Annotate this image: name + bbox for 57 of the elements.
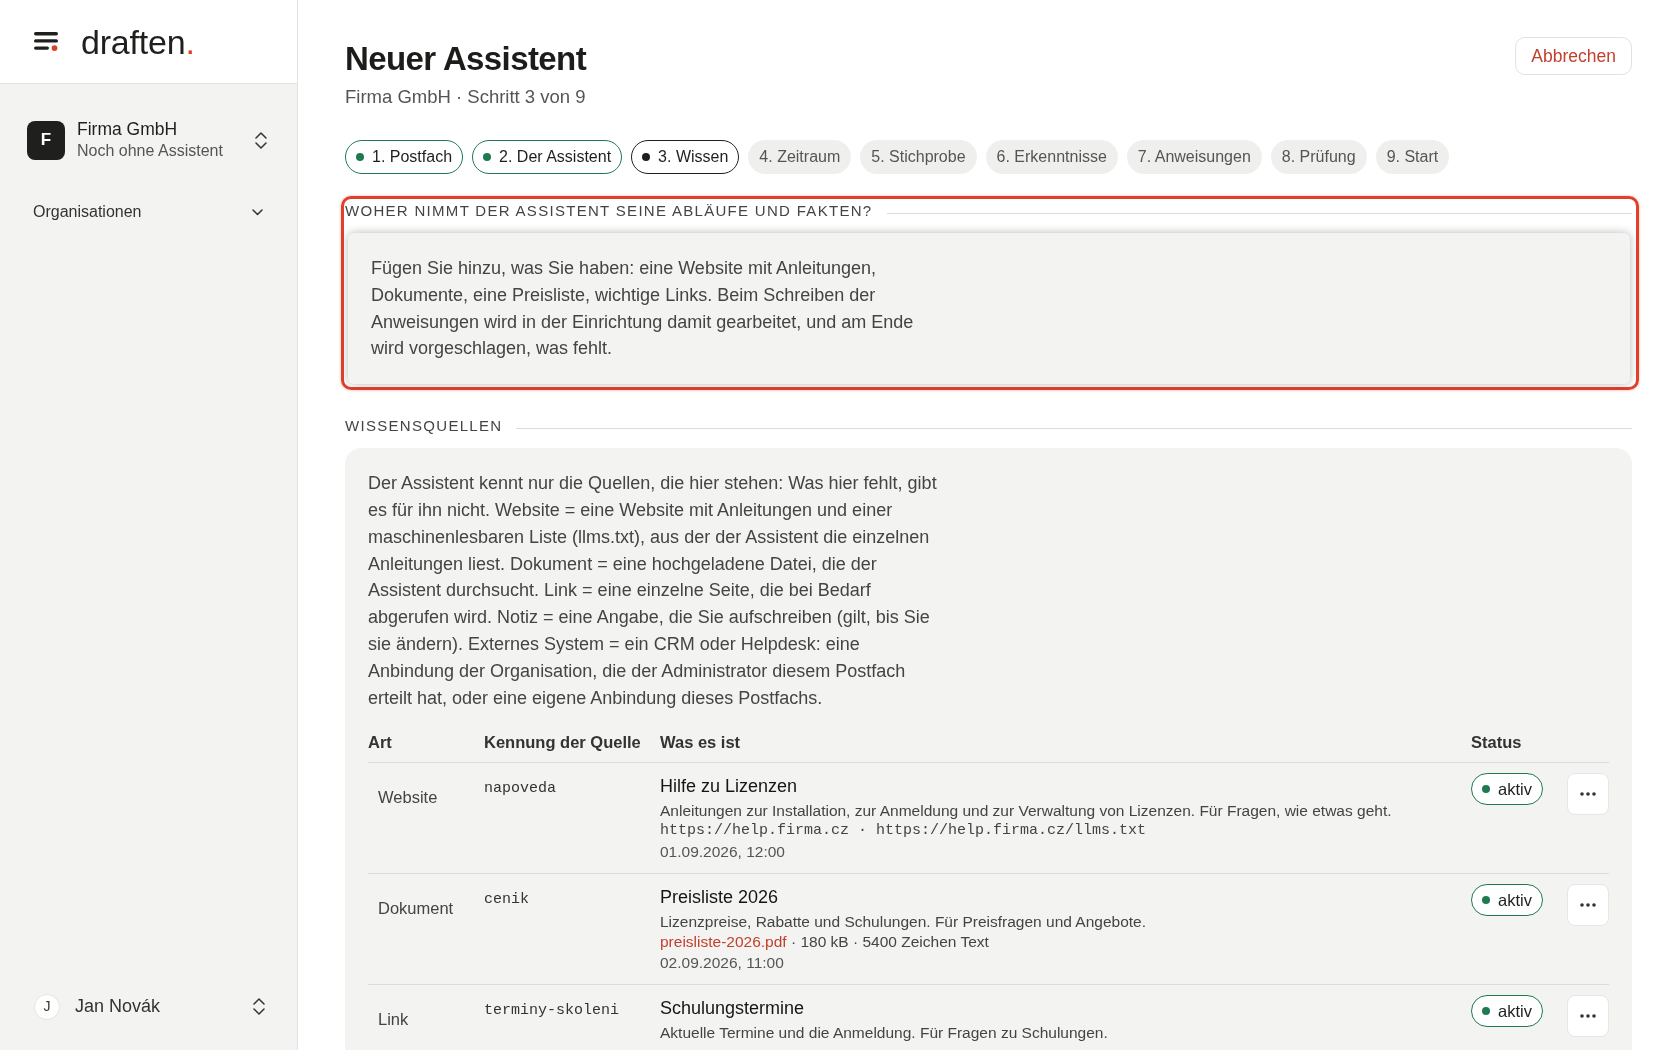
status-badge: aktiv — [1471, 995, 1543, 1028]
workspace-avatar: F — [27, 120, 65, 160]
workspace-subtitle: Noch ohne Assistent — [77, 141, 223, 161]
status-dot-icon — [1482, 785, 1490, 794]
source-id: terminy-skoleni — [484, 1002, 621, 1021]
source-description: Anleitungen zur Installation, zur Anmeldung und zur Verwaltung von Lizenzen. Für Fragen, wie etwas geht. — [660, 801, 1393, 822]
file-info: · 180 kB · 5400 Zeichen Text — [791, 933, 989, 951]
status-dot-icon — [1482, 1007, 1490, 1016]
source-type: Link — [377, 1009, 410, 1030]
column-header: Was es ist — [660, 723, 1471, 764]
source-urls: https://help.firma.cz · https://help.firma.cz/llms.txt — [660, 821, 1148, 842]
menu-icon[interactable] — [34, 32, 59, 51]
chevron-updown-icon[interactable] — [253, 998, 265, 1015]
status-dot-icon — [1482, 896, 1490, 905]
step-tab[interactable]: 9. Start — [1375, 140, 1450, 174]
status-badge: aktiv — [1471, 884, 1543, 917]
step-tab[interactable]: 3. Wissen — [631, 140, 740, 174]
step-tab[interactable]: 5. Stichprobe — [860, 140, 977, 174]
source-id: napoveda — [484, 780, 557, 799]
step-tab[interactable]: 4. Zeitraum — [748, 140, 852, 174]
source-title: Hilfe zu Lizenzen — [660, 775, 799, 799]
step-tab[interactable]: 2. Der Assistent — [472, 140, 623, 174]
file-link[interactable]: preisliste-2026.pdf — [660, 933, 787, 951]
step-tab[interactable]: 6. Erkenntnisse — [985, 140, 1118, 174]
source-title: Schulungstermine — [660, 997, 806, 1021]
source-date: 02.09.2026, 11:00 — [660, 953, 785, 974]
column-header: Kennung der Quelle — [484, 723, 660, 764]
source-description: Aktuelle Termine und die Anmeldung. Für Fragen zu Schulungen. — [660, 1023, 1109, 1044]
source-type: Dokument — [377, 898, 455, 919]
column-header: Status — [1471, 723, 1567, 764]
page-title: Neuer Assistent — [345, 39, 587, 79]
user-avatar: J — [34, 993, 60, 1020]
source-id: cenik — [484, 891, 530, 910]
workspace-name: Firma GmbH — [77, 118, 179, 140]
column-header: Art — [368, 723, 484, 764]
cancel-button[interactable]: Abbrechen — [1515, 37, 1632, 75]
source-type: Website — [377, 787, 439, 808]
nav-item[interactable]: Organisationen — [33, 200, 263, 224]
brand-logo: draften. — [81, 24, 195, 59]
more-icon — [1580, 1014, 1596, 1019]
section-heading: WISSENSQUELLEN — [345, 415, 503, 436]
chevron-down-icon — [252, 208, 263, 216]
step-tab[interactable]: 1. Postfach — [345, 140, 464, 174]
source-title: Preisliste 2026 — [660, 886, 780, 910]
step-tab[interactable]: 8. Prüfung — [1270, 140, 1367, 174]
section-description: Der Assistent kennt nur die Quellen, die hier stehen: Was hier fehlt, gibt es für ihn nicht. Website = eine Website mit Anleitungen und einer maschinenlesbaren Liste (llms.txt), aus der der Assistent die einzelnen Anleitungen liest. Dokument = eine hochgeladene Datei, die der Assistent durchsucht. Link = eine einzelne Seite, die bei Bedarf abgerufen wird. Notiz = eine Angabe, die Sie aufschreiben (gilt, bis Sie sie ändern). Externes System = ein CRM oder Helpdesk: eine Anbindung der Organisation, die der Administrator diesem Postfach erteilt hat, oder eine eigene Anbindung dieses Postfachs. — [368, 472, 938, 710]
user-name: Jan Novák — [75, 995, 161, 1018]
more-icon — [1580, 792, 1596, 797]
step-tab[interactable]: 7. Anweisungen — [1126, 140, 1262, 174]
section-description: Fügen Sie hinzu, was Sie haben: eine Website mit Anleitungen, Dokumente, eine Preisliste, wichtige Links. Beim Schreiben der Anweisungen wird in der Einrichtung damit gearbeitet, und am Ende wird vorgeschlagen, was fehlt. — [371, 257, 915, 361]
source-date: 01.09.2026, 12:00 — [660, 842, 786, 863]
chevron-updown-icon[interactable] — [255, 131, 267, 149]
source-description: Lizenzpreise, Rabatte und Schulungen. Für Preisfragen und Angebote. — [660, 912, 1147, 933]
status-badge: aktiv — [1471, 773, 1543, 806]
more-icon — [1580, 903, 1596, 908]
section-heading: WOHER NIMMT DER ASSISTENT SEINE ABLÄUFE UND FAKTEN? — [345, 200, 873, 221]
page-subtitle: Firma GmbH · Schritt 3 von 9 — [345, 85, 587, 109]
